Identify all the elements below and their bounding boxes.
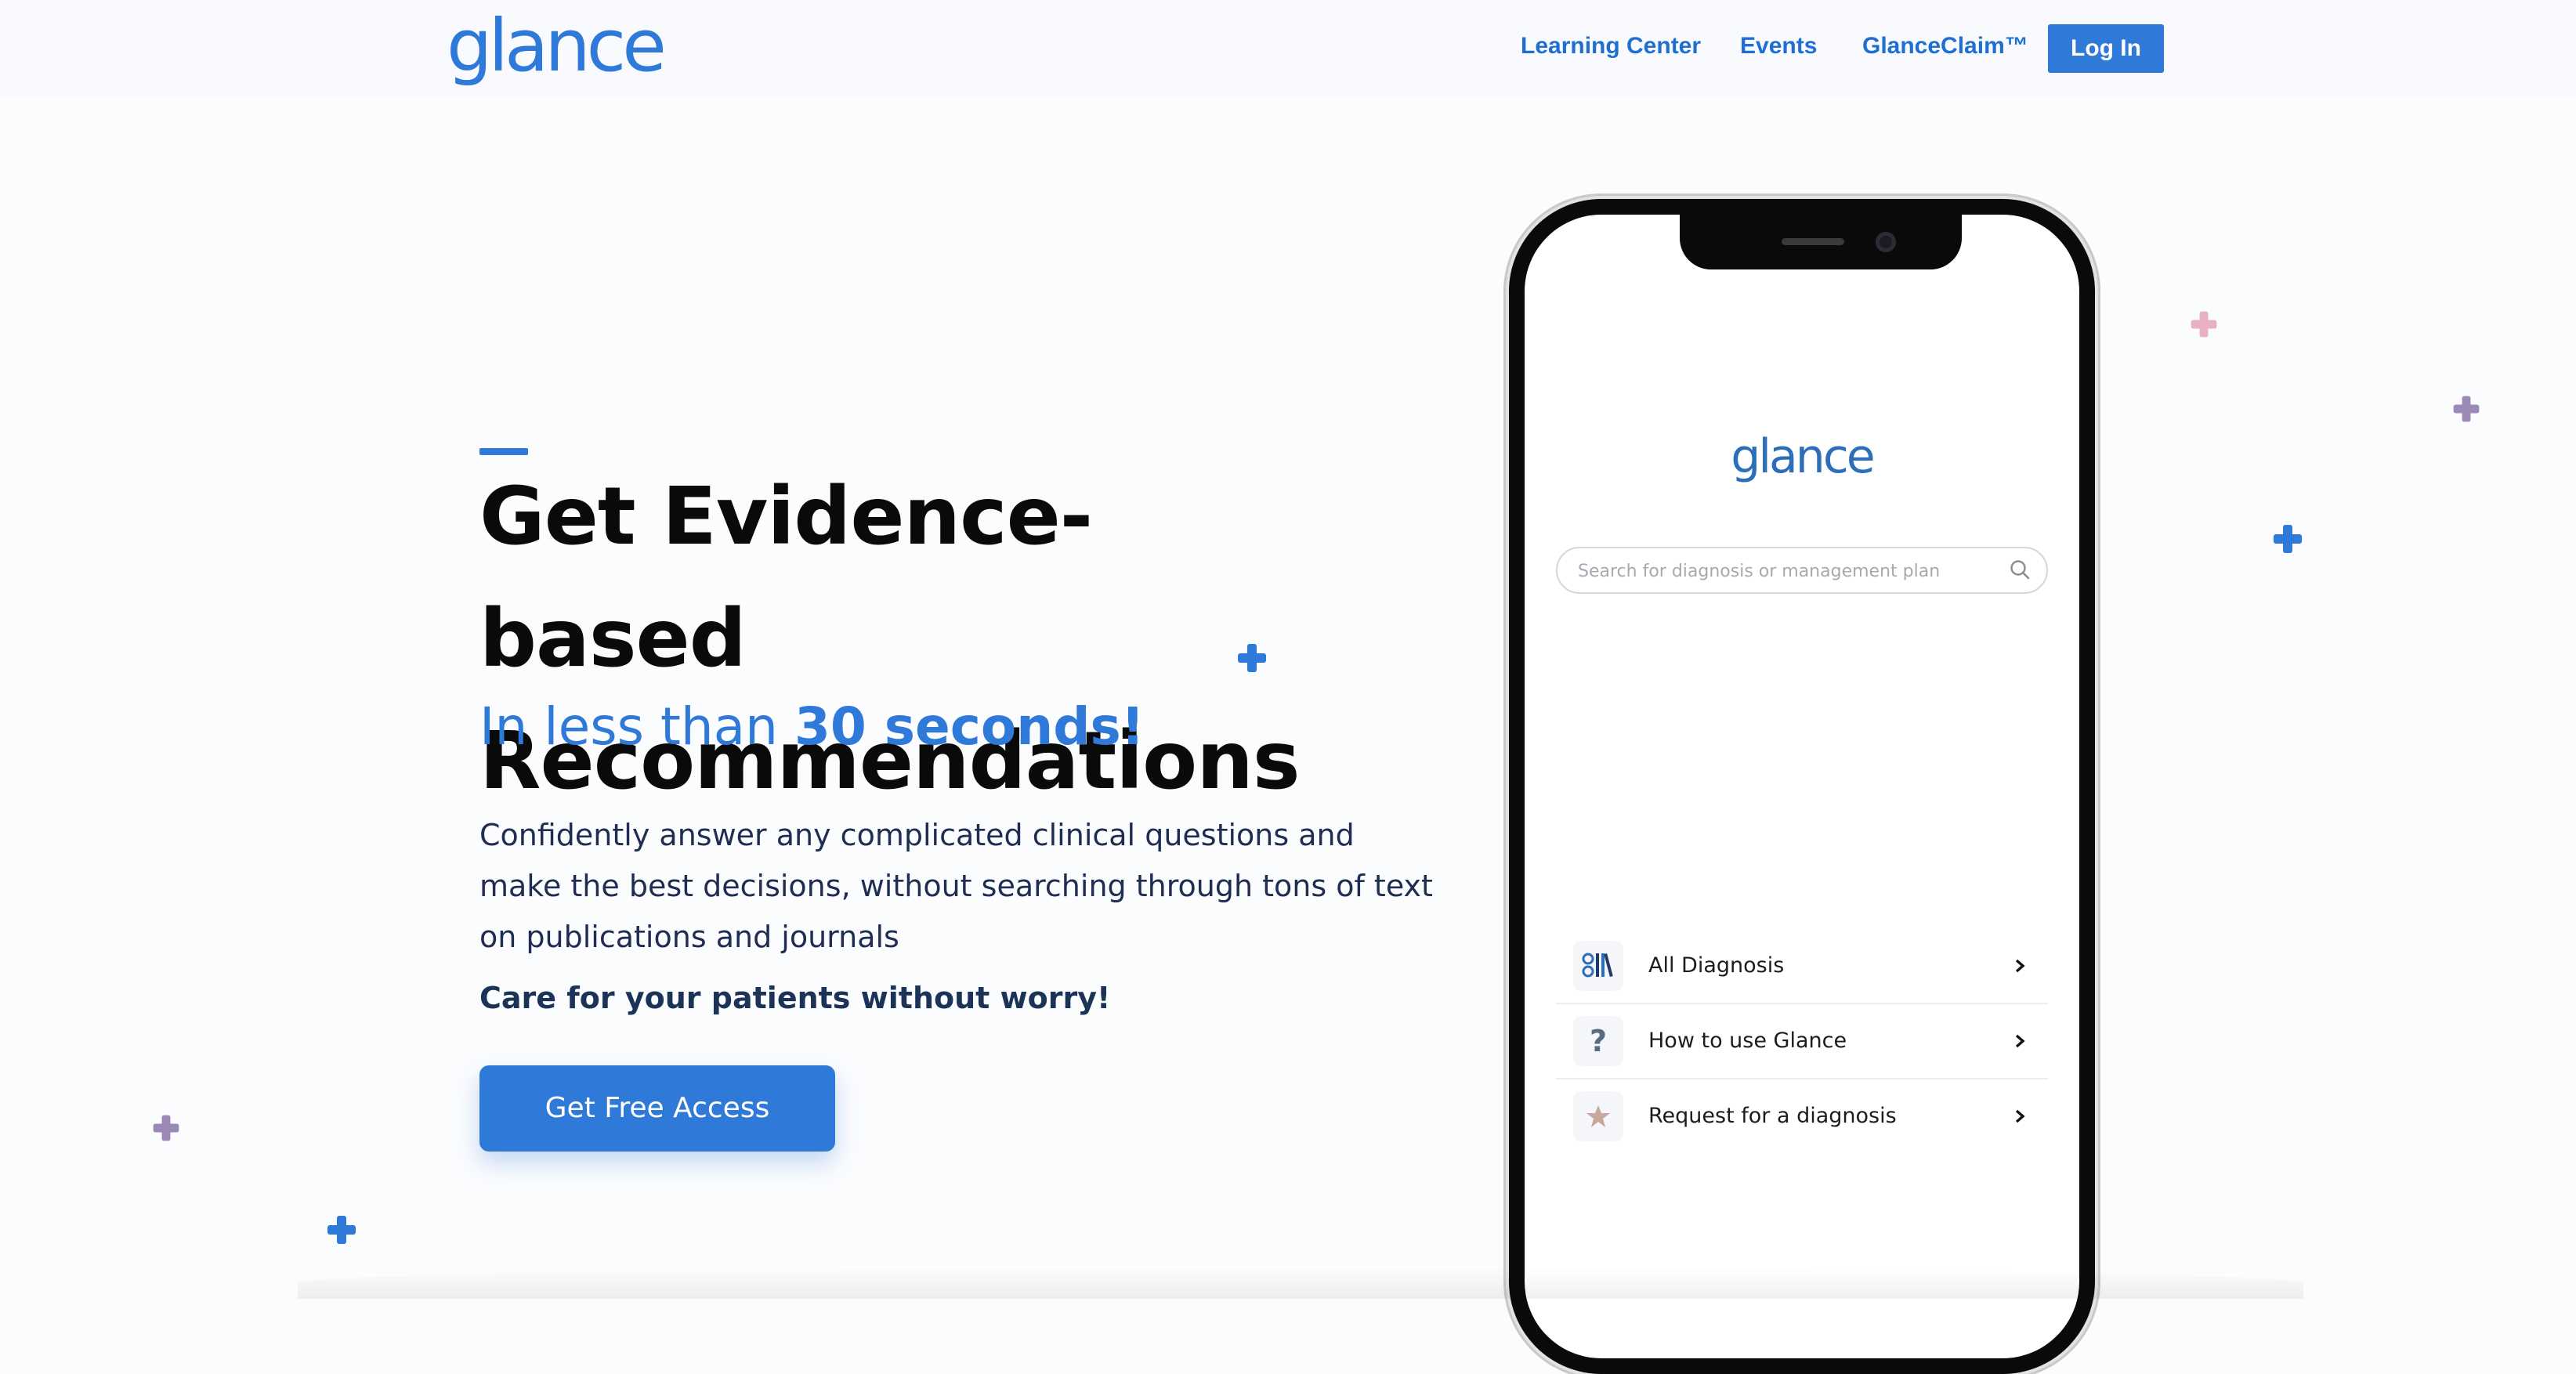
top-navbar: glance Learning Center Events GlanceClai…	[0, 0, 2576, 97]
search-icon[interactable]	[2009, 559, 2031, 580]
subhead-prefix: In less than	[479, 696, 778, 757]
plus-decoration-icon	[153, 1115, 179, 1141]
section-bottom-shadow	[298, 1267, 2303, 1299]
app-menu: All Diagnosis ? How to use Glance Reques…	[1556, 929, 2048, 1153]
plus-decoration-icon	[1238, 644, 1266, 672]
plus-decoration-icon	[327, 1216, 356, 1244]
nav-link-events[interactable]: Events	[1740, 33, 1817, 60]
headline-accent-bar	[479, 448, 528, 455]
hero-subhead: In less than 30 seconds!	[479, 689, 1145, 765]
chevron-right-icon	[2015, 1034, 2025, 1048]
star-icon	[1573, 1091, 1623, 1141]
glance-logo[interactable]: glance	[447, 3, 667, 89]
books-icon	[1573, 941, 1623, 991]
plus-decoration-icon	[2453, 396, 2480, 422]
headline-line-1: Get Evidence-based	[479, 470, 1093, 685]
hero-tagline: Care for your patients without worry!	[479, 981, 1111, 1015]
hero-description: Confidently answer any complicated clini…	[479, 818, 1433, 954]
menu-item-request-diagnosis[interactable]: Request for a diagnosis	[1556, 1079, 2048, 1153]
app-search-bar[interactable]	[1556, 547, 2048, 594]
chevron-right-icon	[2015, 1109, 2025, 1123]
speaker-grille	[1782, 238, 1844, 245]
menu-item-label: Request for a diagnosis	[1648, 1104, 1897, 1128]
plus-decoration-icon	[2191, 311, 2217, 338]
camera-icon	[1876, 232, 1896, 252]
app-search-input[interactable]	[1576, 548, 1995, 594]
plus-decoration-icon	[2274, 525, 2302, 553]
login-button[interactable]: Log In	[2048, 24, 2164, 73]
menu-item-label: All Diagnosis	[1648, 953, 1785, 978]
question-icon: ?	[1573, 1016, 1623, 1066]
menu-item-how-to-use[interactable]: ? How to use Glance	[1556, 1004, 2048, 1079]
app-logo: glance	[1731, 429, 1875, 484]
get-free-access-button[interactable]: Get Free Access	[479, 1065, 835, 1152]
menu-item-label: How to use Glance	[1648, 1029, 1847, 1053]
hero-headline: Get Evidence-based Recommendations	[479, 456, 1341, 823]
chevron-right-icon	[2015, 959, 2025, 973]
subhead-emphasis: 30 seconds!	[794, 696, 1145, 757]
phone-mockup: glance All Diagnosis	[1509, 199, 2095, 1374]
nav-link-learning-center[interactable]: Learning Center	[1521, 33, 1701, 60]
nav-link-glanceclaim[interactable]: GlanceClaim™	[1862, 33, 2028, 60]
menu-item-all-diagnosis[interactable]: All Diagnosis	[1556, 929, 2048, 1004]
phone-screen: glance All Diagnosis	[1525, 215, 2079, 1358]
phone-notch	[1680, 215, 1962, 269]
